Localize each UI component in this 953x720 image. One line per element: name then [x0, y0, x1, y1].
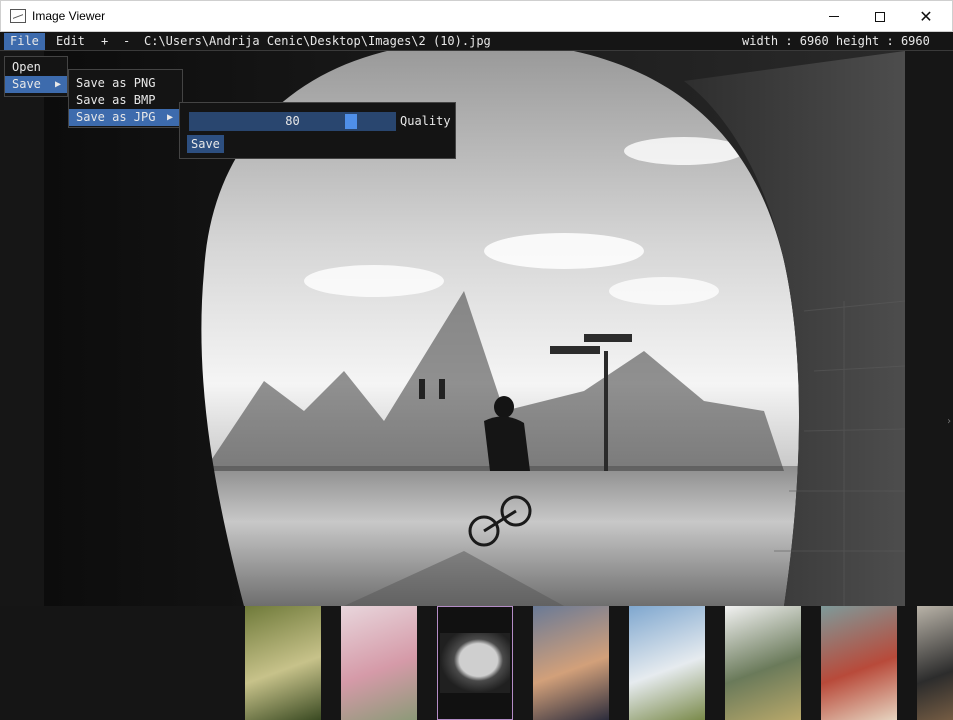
menu-item-label: Open — [12, 60, 41, 74]
image-dimensions: width : 6960 height : 6960 — [742, 34, 930, 48]
save-submenu: Save as PNG Save as BMP Save as JPG ▶ — [68, 69, 183, 128]
close-button[interactable]: ✕ — [903, 1, 949, 32]
displayed-image — [44, 51, 905, 606]
zoom-out-button[interactable]: - — [117, 33, 136, 50]
menu-item-label: Save as BMP — [76, 93, 156, 107]
menu-item-label: Save as PNG — [76, 76, 156, 90]
thumbnail-pink-roses[interactable] — [341, 606, 417, 720]
submenu-arrow-icon: ▶ — [55, 79, 62, 90]
maximize-icon — [875, 11, 885, 22]
thumbnail-stone-arch[interactable] — [725, 606, 801, 720]
window-title: Image Viewer — [32, 9, 106, 23]
menu-item-save-jpg[interactable]: Save as JPG ▶ — [69, 109, 182, 126]
maximize-button[interactable] — [857, 1, 903, 32]
thumbnail-table-still-life[interactable] — [917, 606, 953, 720]
file-menu: Open Save ▶ — [4, 56, 68, 97]
quality-label: Quality — [400, 114, 451, 128]
menu-item-save-bmp[interactable]: Save as BMP — [69, 92, 182, 109]
menu-item-save-png[interactable]: Save as PNG — [69, 75, 182, 92]
slider-grab-handle[interactable] — [345, 114, 357, 129]
save-jpg-button[interactable]: Save — [187, 135, 224, 153]
thumbnail-hummingbird[interactable] — [245, 606, 321, 720]
thumbnail-hands-with-candle[interactable] — [821, 606, 897, 720]
close-icon: ✕ — [919, 6, 933, 26]
menu-file[interactable]: File — [4, 33, 45, 50]
image-viewer-area[interactable]: › — [0, 51, 953, 606]
window-title-bar: Image Viewer ✕ — [0, 0, 953, 32]
thumbnail-strip — [0, 606, 953, 720]
quality-slider[interactable]: 80 — [189, 112, 396, 131]
minimize-button[interactable] — [811, 1, 857, 32]
file-path: C:\Users\Andrija Cenic\Desktop\Images\2 … — [144, 34, 491, 48]
thumbnail-tunnel-cyclist[interactable] — [437, 606, 513, 720]
tunnel-photo-graphic — [44, 51, 905, 606]
menu-bar: File Edit + - C:\Users\Andrija Cenic\Des… — [0, 32, 953, 51]
scroll-handle-icon[interactable]: › — [946, 416, 952, 427]
menu-item-open[interactable]: Open — [5, 59, 67, 76]
jpg-options-panel: 80 Quality Save — [179, 102, 456, 159]
thumbnail-palm-trees[interactable] — [629, 606, 705, 720]
menu-edit[interactable]: Edit — [50, 33, 91, 50]
submenu-arrow-icon: ▶ — [167, 112, 174, 123]
quality-value: 80 — [285, 114, 300, 128]
thumbnail-sunset-lake[interactable] — [533, 606, 609, 720]
zoom-in-button[interactable]: + — [95, 33, 114, 50]
menu-item-label: Save — [12, 77, 41, 91]
image-app-icon — [10, 9, 26, 23]
minimize-icon — [829, 16, 839, 17]
menu-item-save[interactable]: Save ▶ — [5, 76, 67, 93]
menu-item-label: Save as JPG — [76, 110, 156, 124]
